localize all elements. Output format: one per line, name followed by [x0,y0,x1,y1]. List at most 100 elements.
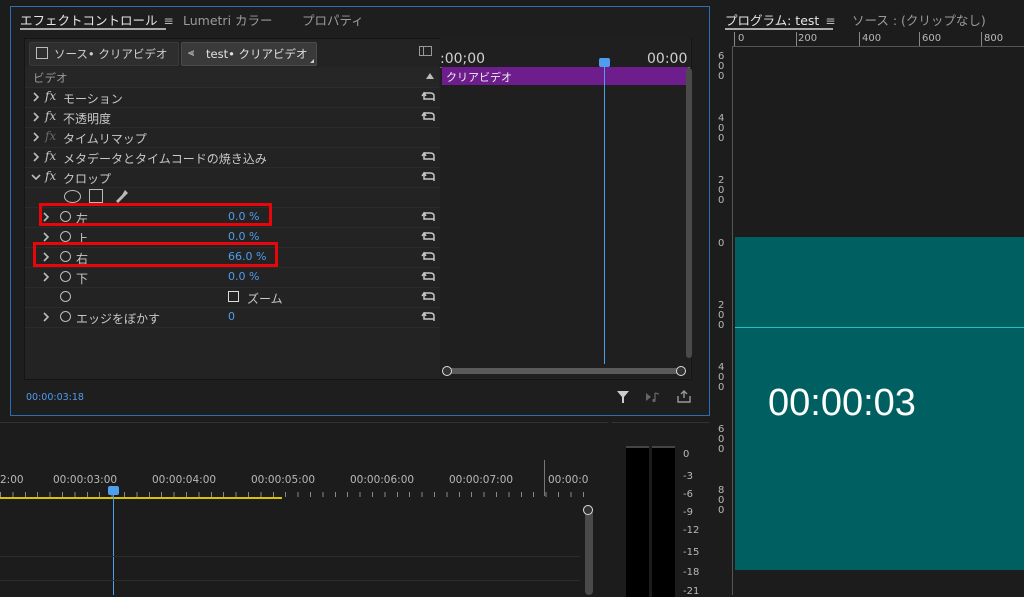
source-clip-label: ソース• クリアビデオ [54,47,168,61]
vruler-number: 400 [718,113,725,144]
export-icon[interactable] [677,390,691,403]
sequence-clip-button[interactable]: ⫷ test• クリアビデオ [181,42,317,66]
effect-label: 不透明度 [63,112,112,126]
reset-icon[interactable] [421,270,437,284]
reset-icon[interactable] [421,310,437,324]
param-label: エッジをぼかす [76,312,161,326]
chevron-right-icon[interactable] [40,271,52,283]
stopwatch-icon[interactable] [60,271,71,282]
chevron-right-icon[interactable] [30,151,42,163]
stopwatch-icon[interactable] [60,231,71,242]
filter-icon[interactable] [617,391,629,403]
reset-icon[interactable] [421,170,437,184]
fx-icon[interactable]: fx [45,169,56,183]
reset-icon[interactable] [421,230,437,244]
tab-program[interactable]: プログラム: test ≡ [725,10,835,29]
fx-icon: fx [45,129,57,143]
play-audio-icon[interactable] [645,391,661,403]
chevron-right-icon[interactable] [40,311,52,323]
effect-label: モーション [63,92,123,106]
panel-menu-icon[interactable]: ≡ [825,14,835,28]
chevron-right-icon[interactable] [30,91,42,103]
tab-properties[interactable]: プロパティ [302,10,364,29]
chevron-down-icon[interactable] [30,171,42,183]
active-tab-underline [20,28,166,30]
effect-row-crop[interactable]: fx クロップ [25,167,443,188]
scroll-handle-top[interactable] [583,505,593,515]
timecode-end: 00:00 [647,51,688,67]
tab-source[interactable]: ソース : (クリップなし) [852,10,986,29]
horizontal-ruler: 0 200 400 600 800 [732,32,1024,47]
fx-icon[interactable]: fx [45,109,56,123]
meter-label: -9 [683,507,693,518]
tab-label: Lumetri カラー [183,13,273,28]
ruler-number: 0 [738,33,745,44]
chevron-right-icon[interactable] [30,131,42,143]
meter-label: -18 [683,567,700,578]
meter-label: -21 [683,586,700,597]
panel-menu-icon[interactable]: ≡ [164,14,174,28]
timeline-ruler: 2:00 00:00:03:00 00:00:04:00 00:00:05:00… [0,460,588,500]
source-clip-button[interactable]: ソース• クリアビデオ [29,42,179,66]
reset-icon[interactable] [421,110,437,124]
timeline-vertical-scrollbar[interactable] [585,510,593,595]
reset-icon[interactable] [421,250,437,264]
sequence-clip-label: test• クリアビデオ [206,47,308,61]
zoom-checkbox[interactable] [228,291,239,302]
param-value[interactable]: 0.0 % [228,270,259,283]
vruler-number: 0 [718,238,725,249]
ruler-number: 400 [862,33,882,44]
crop-param-bottom[interactable]: 下 0.0 % [25,267,443,288]
reset-icon[interactable] [421,290,437,304]
vruler-number: 400 [718,362,725,393]
scroll-handle-left[interactable] [442,366,452,376]
reset-icon[interactable] [421,210,437,224]
work-area-bar[interactable] [0,497,282,499]
effect-timeline: :00;00 00:00 クリアビデオ [440,38,692,378]
stopwatch-icon[interactable] [60,311,71,322]
scroll-handle-right[interactable] [676,366,686,376]
ruler-number: 200 [798,33,818,44]
fx-icon[interactable]: fx [45,89,56,103]
clip-label: クリアビデオ [446,71,512,84]
effect-row-opacity[interactable]: fx 不透明度 [25,107,443,128]
collapse-arrow-icon[interactable] [426,73,434,79]
reset-icon[interactable] [421,90,437,104]
horizontal-scrollbar[interactable] [444,368,684,374]
time-label: 00:00:03:00 [53,474,118,486]
clip-bar[interactable]: クリアビデオ [442,67,688,85]
panel-toggle-icon[interactable] [419,46,432,56]
time-label: 00:00:04:00 [152,474,217,486]
meter-label: -6 [683,489,693,500]
effect-row-metadata-timecode[interactable]: fx メタデータとタイムコードの焼き込み [25,147,443,168]
vertical-scrollbar[interactable] [686,68,692,358]
timecode-overlay: 00:00:03 [768,382,916,424]
vruler-number: 800 [718,485,725,516]
playhead-line[interactable] [604,64,605,364]
param-value[interactable]: 0 [228,310,235,323]
sequence-icon: ⫷ [188,46,195,59]
playhead-handle[interactable] [599,58,610,67]
fx-icon[interactable]: fx [45,149,56,163]
reset-icon[interactable] [421,150,437,164]
pen-mask-icon[interactable] [113,188,129,204]
tab-lumetri-color[interactable]: Lumetri カラー [183,10,273,29]
tab-label: エフェクトコントロール [20,13,158,28]
stopwatch-icon[interactable] [60,291,71,302]
crop-param-edge-feather[interactable]: エッジをぼかす 0 [25,307,443,328]
tab-label: プロパティ [302,13,364,28]
chevron-right-icon[interactable] [30,111,42,123]
highlight-box-right [33,242,278,267]
tab-label: プログラム: test [725,13,820,28]
crop-param-zoom[interactable]: ズーム [25,287,443,308]
current-timecode[interactable]: 00:00:03:18 [26,392,84,403]
audio-meter-left [626,446,649,597]
section-label: ビデオ [33,71,68,85]
ruler-number: 600 [922,33,942,44]
vruler-number: 200 [718,175,725,206]
rectangle-mask-icon[interactable] [89,189,103,203]
effect-row-time-remap[interactable]: fx タイムリマップ [25,127,443,148]
ellipse-mask-icon[interactable] [64,190,81,203]
effect-row-motion[interactable]: fx モーション [25,87,443,108]
tab-effect-controls[interactable]: エフェクトコントロール ≡ [20,10,174,29]
